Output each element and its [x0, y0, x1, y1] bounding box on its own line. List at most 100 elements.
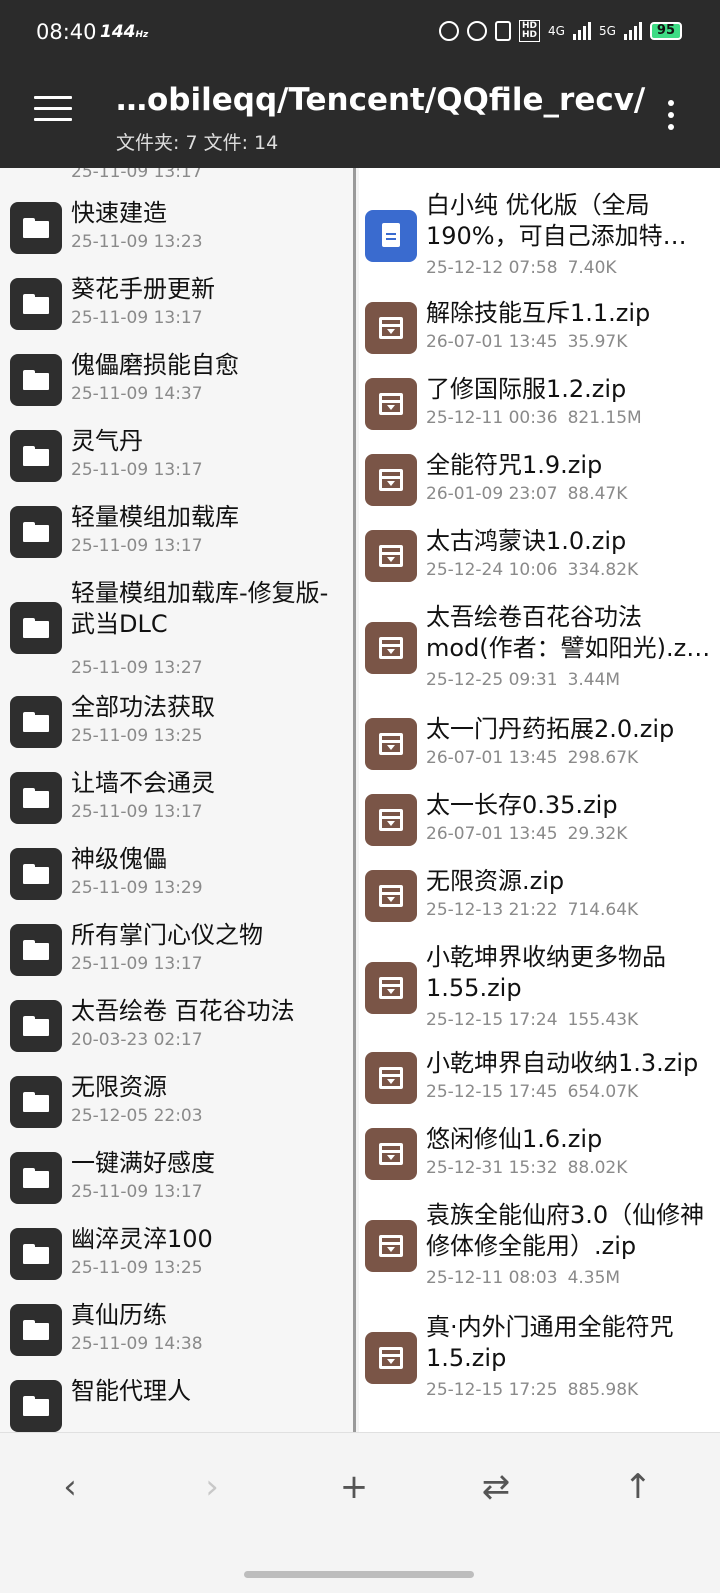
file-size: 885.98K — [567, 1380, 639, 1400]
folder-row[interactable]: 葵花手册更新 25-11-09 13:17 — [0, 274, 353, 350]
network-4g-label: 4G — [548, 24, 565, 38]
folder-row[interactable]: 无限资源 25-12-05 22:03 — [0, 1072, 353, 1148]
menu-icon[interactable] — [34, 96, 72, 126]
folder-icon — [10, 602, 62, 654]
folder-icon — [10, 354, 62, 406]
folder-name: 全部功法获取 — [71, 693, 215, 721]
folder-name: 真仙历练 — [71, 1301, 167, 1329]
file-row[interactable]: 了修国际服1.2.zip 25-12-11 00:36 821.15M — [359, 374, 720, 450]
forward-button[interactable]: › — [182, 1457, 242, 1517]
folder-row[interactable]: 灵气丹 25-11-09 13:17 — [0, 426, 353, 502]
file-row[interactable]: 白小纯 优化版（全局190%，可自己添加特… 25-12-12 07:58 7.40… — [359, 190, 720, 298]
file-name: 全能符咒1.9.zip — [426, 451, 603, 479]
folder-row[interactable]: 傀儡磨损能自愈 25-11-09 14:37 — [0, 350, 353, 426]
more-options-icon[interactable] — [668, 100, 676, 136]
file-row[interactable]: 太古鸿蒙诀1.0.zip 25-12-24 10:06 334.82K — [359, 526, 720, 602]
swap-panes-button[interactable]: ⇄ — [466, 1457, 526, 1517]
add-button[interactable]: + — [324, 1457, 384, 1517]
file-meta: 25-12-31 15:32 88.02K — [426, 1158, 627, 1178]
folder-row[interactable]: 所有掌门心仪之物 25-11-09 13:17 — [0, 920, 353, 996]
archive-icon — [365, 378, 417, 430]
file-size: 29.32K — [567, 824, 628, 844]
file-size: 714.64K — [567, 900, 639, 920]
folder-row[interactable]: 让墙不会通灵 25-11-09 13:17 — [0, 768, 353, 844]
file-name: 解除技能互斥1.1.zip — [426, 299, 651, 327]
file-size: 7.40K — [567, 258, 617, 278]
data-saver-icon — [439, 21, 460, 41]
file-date: 25-12-13 21:22 — [426, 900, 558, 920]
file-row[interactable]: 无限资源.zip 25-12-13 21:22 714.64K — [359, 866, 720, 942]
folder-date: 25-11-09 13:17 — [71, 802, 203, 822]
home-indicator[interactable] — [244, 1571, 474, 1578]
alarm-icon — [467, 21, 488, 41]
file-name: 悠闲修仙1.6.zip — [426, 1125, 603, 1153]
file-row[interactable]: 全能符咒1.9.zip 26-01-09 23:07 88.47K — [359, 450, 720, 526]
file-size: 821.15M — [567, 408, 642, 428]
folder-row[interactable]: 快速建造 25-11-09 13:23 — [0, 198, 353, 274]
file-meta: 26-01-09 23:07 88.47K — [426, 484, 627, 504]
file-name: 小乾坤界自动收纳1.3.zip — [426, 1049, 699, 1077]
folder-row[interactable]: 神级傀儡 25-11-09 13:29 — [0, 844, 353, 920]
folder-row[interactable]: 太吾绘卷 百花谷功法 20-03-23 02:17 — [0, 996, 353, 1072]
folder-date: 25-11-09 13:17 — [71, 460, 203, 480]
app-toolbar: …obileqq/Tencent/QQfile_recv/ 文件夹: 7 文件:… — [0, 66, 720, 168]
folder-row[interactable]: 轻量模组加载库 25-11-09 13:17 — [0, 502, 353, 578]
folder-row[interactable]: 全部功法获取 25-11-09 13:25 — [0, 692, 353, 768]
back-button[interactable]: ‹ — [40, 1457, 100, 1517]
refresh-rate: 144Hz — [100, 22, 149, 42]
folder-row[interactable]: 智能代理人 — [0, 1376, 353, 1432]
folder-row[interactable]: 真仙历练 25-11-09 14:38 — [0, 1300, 353, 1376]
file-meta: 25-12-13 21:22 714.64K — [426, 900, 638, 920]
folder-date: 25-12-05 22:03 — [71, 1106, 203, 1126]
folder-name: 轻量模组加载库-修复版-武当DLC — [71, 579, 329, 638]
folder-name: 智能代理人 — [71, 1377, 191, 1405]
battery-icon: 95 — [649, 22, 682, 40]
path-title: …obileqq/Tencent/QQfile_recv/ — [116, 82, 646, 118]
archive-icon — [365, 622, 417, 674]
folder-date: 25-11-09 13:27 — [71, 658, 203, 678]
left-pane[interactable]: 25-11-09 13:17 快速建造 25-11-09 13:23 葵花手册更新 2… — [0, 168, 356, 1432]
folder-icon — [10, 202, 62, 254]
file-row[interactable]: 小乾坤界自动收纳1.3.zip 25-12-15 17:45 654.07K — [359, 1048, 720, 1124]
file-date: 25-12-11 00:36 — [426, 408, 558, 428]
archive-icon — [365, 1332, 417, 1384]
file-size: 654.07K — [567, 1082, 639, 1102]
file-date: 25-12-15 17:24 — [426, 1010, 558, 1030]
file-date: 25-12-12 07:58 — [426, 258, 558, 278]
folder-icon — [10, 1076, 62, 1128]
file-meta: 26-07-01 13:45 298.67K — [426, 748, 638, 768]
archive-icon — [365, 794, 417, 846]
file-row[interactable]: 袁族全能仙府3.0（仙修神修体修全能用）.zip 25-12-11 08:03 4.… — [359, 1200, 720, 1308]
file-row[interactable]: 小乾坤界收纳更多物品1.55.zip 25-12-15 17:24 155.43K — [359, 942, 720, 1050]
file-row[interactable]: 太一长存0.35.zip 26-07-01 13:45 29.32K — [359, 790, 720, 866]
file-size: 88.02K — [567, 1158, 628, 1178]
file-name: 了修国际服1.2.zip — [426, 375, 627, 403]
folder-icon — [10, 1380, 62, 1432]
file-row[interactable]: 太一门丹药拓展2.0.zip 26-07-01 13:45 298.67K — [359, 714, 720, 790]
file-meta: 25-12-15 17:24 155.43K — [426, 1010, 638, 1030]
archive-icon — [365, 1128, 417, 1180]
file-date: 25-12-25 09:31 — [426, 670, 558, 690]
folder-name: 灵气丹 — [71, 427, 143, 455]
right-pane[interactable]: 白小纯 优化版（全局190%，可自己添加特… 25-12-12 07:58 7.40… — [359, 168, 720, 1432]
file-name: 真·内外门通用全能符咒1.5.zip — [426, 1313, 674, 1372]
up-directory-button[interactable]: ↑ — [608, 1457, 668, 1517]
status-icons: HD HD 4G 5G 95 — [439, 20, 682, 42]
file-name: 小乾坤界收纳更多物品1.55.zip — [426, 943, 666, 1002]
file-meta: 25-12-11 08:03 4.35M — [426, 1268, 620, 1288]
folder-row[interactable]: 幽淬灵淬100 25-11-09 13:25 — [0, 1224, 353, 1300]
file-row[interactable]: 真·内外门通用全能符咒1.5.zip 25-12-15 17:25 885.98K — [359, 1312, 720, 1420]
file-row[interactable]: 太吾绘卷百花谷功法mod(作者：譬如阳光).z… 25-12-25 09:31 3.… — [359, 602, 720, 710]
file-date: 26-07-01 13:45 — [426, 748, 558, 768]
file-date: 25-12-24 10:06 — [426, 560, 558, 580]
hd-icon: HD HD — [519, 20, 541, 42]
file-date: 26-07-01 13:45 — [426, 332, 558, 352]
folder-icon — [10, 848, 62, 900]
file-row[interactable]: 悠闲修仙1.6.zip 25-12-31 15:32 88.02K — [359, 1124, 720, 1200]
folder-row[interactable]: 一键满好感度 25-11-09 13:17 — [0, 1148, 353, 1224]
file-row[interactable]: 解除技能互斥1.1.zip 26-07-01 13:45 35.97K — [359, 298, 720, 374]
file-date: 26-01-09 23:07 — [426, 484, 558, 504]
folder-icon — [10, 1228, 62, 1280]
folder-row[interactable]: 轻量模组加载库-修复版-武当DLC 25-11-09 13:27 — [0, 578, 353, 688]
folder-date: 25-11-09 13:25 — [71, 1258, 203, 1278]
